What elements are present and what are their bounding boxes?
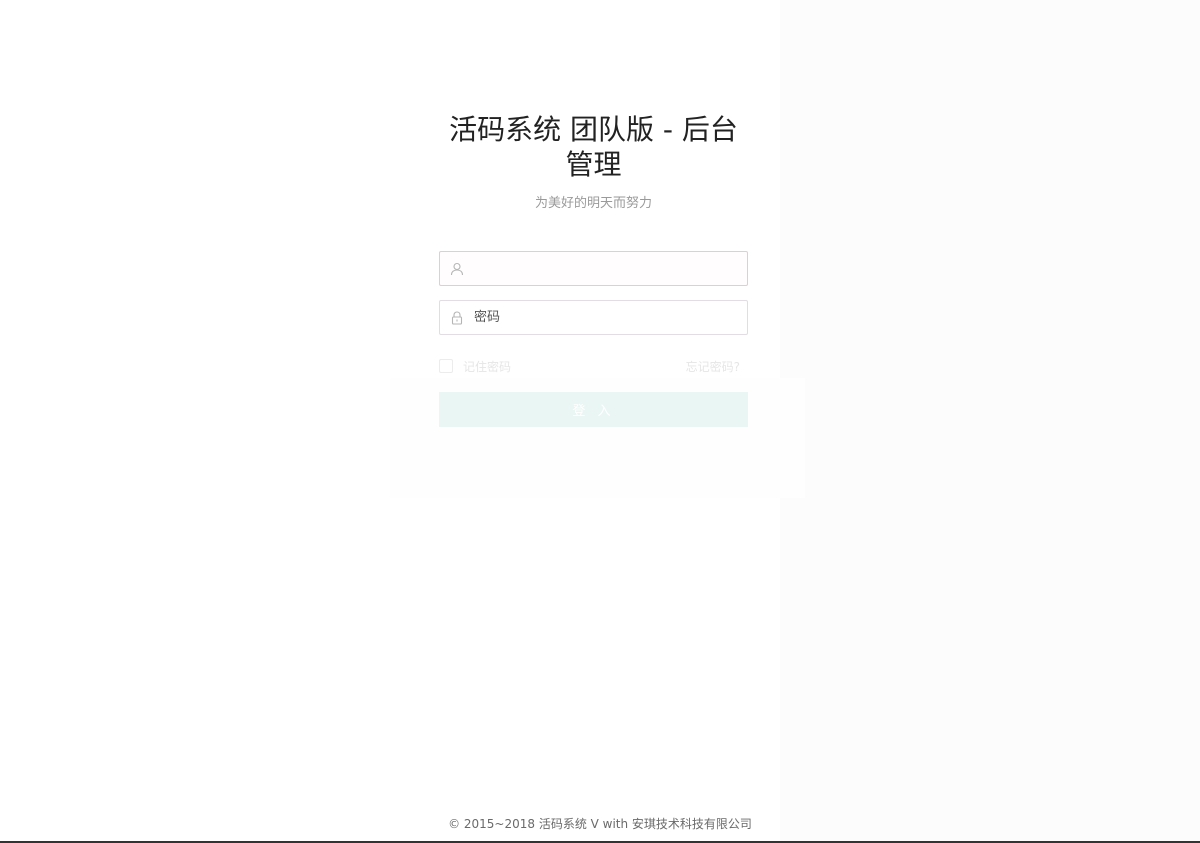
remember-row: 记住密码 忘记密码? [439, 356, 746, 376]
remember-label: 记住密码 [463, 359, 512, 374]
login-form: 活码系统 团队版 - 后台管理 为美好的明天而努力 记住密码 忘记密码? 登 入 [439, 112, 748, 427]
remember-toggle[interactable]: 记住密码 [439, 358, 511, 375]
footer-copyright: © 2015~2018 活码系统 V with 安琪技术科技有限公司 [448, 817, 752, 831]
remember-checkbox[interactable] [439, 359, 453, 373]
login-page: 活码系统 团队版 - 后台管理 为美好的明天而努力 记住密码 忘记密码? 登 入… [0, 0, 1200, 843]
password-input[interactable] [474, 302, 734, 333]
page-title: 活码系统 团队版 - 后台管理 [449, 113, 738, 181]
user-icon [440, 252, 474, 285]
username-input[interactable] [474, 253, 734, 284]
page-subtitle: 为美好的明天而努力 [534, 196, 652, 211]
username-field[interactable] [439, 251, 748, 286]
lock-icon [440, 301, 474, 334]
login-button[interactable]: 登 入 [439, 392, 748, 427]
forgot-password-link[interactable]: 忘记密码? [686, 358, 740, 375]
background-panel [780, 0, 1200, 843]
password-field[interactable] [439, 300, 748, 335]
